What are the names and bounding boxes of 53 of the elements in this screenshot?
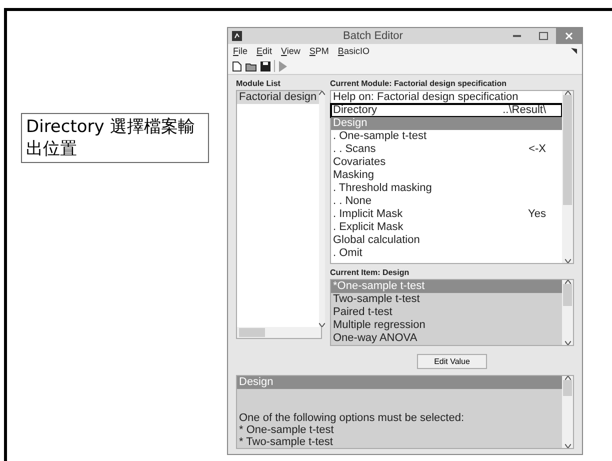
menu-item[interactable]: BasicIO [338,46,370,56]
maximize-icon [538,32,548,40]
setting-row[interactable]: . Threshold masking [331,182,562,195]
scroll-down-icon[interactable] [318,323,325,327]
setting-row[interactable]: Global calculation [331,234,562,247]
horizontal-scrollbar[interactable] [237,327,321,338]
menu-item[interactable]: File [233,46,248,56]
dock-arrow-icon[interactable] [571,48,577,54]
setting-row[interactable]: Help on: Factorial design specification [331,91,562,104]
close-icon [565,32,573,40]
run-icon[interactable] [278,60,287,72]
scrollbar[interactable] [318,91,325,327]
scroll-thumb[interactable] [563,380,572,396]
scroll-thumb[interactable] [563,284,572,306]
menu-item[interactable]: View [281,46,300,56]
help-title: Design [237,376,562,389]
minimize-icon [513,35,521,37]
window-title: Batch Editor [342,30,404,42]
setting-row[interactable]: Covariates [331,156,562,169]
app-logo-icon [232,31,242,41]
setting-row[interactable]: . One-sample t-test [331,130,562,143]
setting-row[interactable]: . Implicit Mask Yes [331,208,562,221]
scroll-thumb[interactable] [563,95,572,205]
menu-item[interactable]: SPM [309,46,329,56]
scroll-down-icon[interactable] [564,259,570,263]
new-file-icon[interactable] [232,60,242,72]
scroll-up-icon[interactable] [564,280,570,284]
scroll-up-icon[interactable] [318,91,325,95]
setting-row[interactable]: . Omit [331,247,562,260]
scroll-down-icon[interactable] [564,341,570,345]
setting-row[interactable]: . . None [331,195,562,208]
help-text: * One-sample t-test [238,424,335,436]
open-folder-icon[interactable] [245,60,257,72]
module-list-label: Module List [236,79,282,88]
current-item-label: Current Item: Design [330,268,410,277]
save-icon[interactable] [260,60,271,72]
scroll-down-icon[interactable] [564,444,570,448]
help-text: One of the following options must be selected: [238,412,466,424]
help-text: * Two-sample t-test [238,436,334,448]
setting-row[interactable]: . . Scans <-X [331,143,562,156]
scrollbar[interactable] [562,280,573,345]
current-module-label: Current Module: Factorial design specification [330,79,508,88]
setting-row[interactable]: Directory ..\Result\ [331,104,562,117]
setting-row[interactable]: Masking [331,169,562,182]
scroll-up-icon[interactable] [564,376,570,380]
callout-text: Directory 選擇檔案輸出位置 [21,113,209,164]
scrollbar[interactable] [562,376,573,448]
module-item[interactable]: Factorial design [237,91,319,104]
setting-row[interactable]: . Explicit Mask [331,221,562,234]
scroll-up-icon[interactable] [564,91,570,95]
edit-value-button[interactable]: Edit Value [417,354,487,369]
scrollbar[interactable] [562,91,573,263]
menu-item[interactable]: Edit [256,46,272,56]
